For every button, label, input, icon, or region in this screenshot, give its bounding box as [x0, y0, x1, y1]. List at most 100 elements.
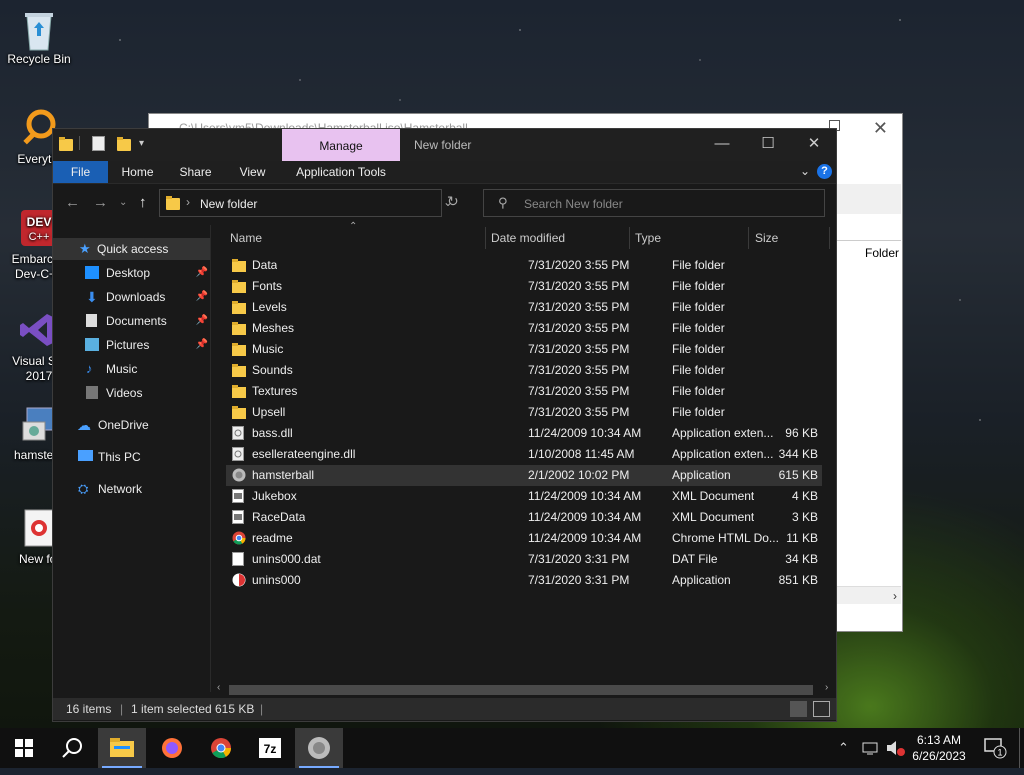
file-row[interactable]: Textures 7/31/2020 3:55 PM File folder	[226, 381, 822, 402]
file-name: Data	[252, 258, 278, 272]
file-row[interactable]: hamsterball 2/1/2002 10:02 PM Application 6…	[226, 465, 822, 486]
qat-dropdown-icon[interactable]: ▾	[139, 138, 144, 149]
network-tray-icon	[862, 742, 878, 755]
file-list[interactable]: ⌃ Name Date modified Type Size Data 7/31/…	[211, 221, 835, 692]
properties-icon[interactable]	[92, 135, 105, 151]
file-name: esellerateengine.dll	[252, 447, 356, 461]
background-close-button[interactable]: ✕	[873, 118, 888, 139]
back-arrow-icon[interactable]: ←	[65, 194, 80, 211]
nav-pictures[interactable]: Pictures 📌	[53, 334, 210, 356]
file-row[interactable]: Upsell 7/31/2020 3:55 PM File folder	[226, 402, 822, 423]
ribbon-tabs: File Home Share View Application Tools ⌄…	[53, 161, 836, 184]
file-type: File folder	[672, 321, 725, 335]
file-row[interactable]: esellerateengine.dll 1/10/2008 11:45 AM Ap…	[226, 444, 822, 465]
file-row[interactable]: unins000 7/31/2020 3:31 PM Application 851 …	[226, 570, 822, 591]
column-divider[interactable]	[485, 227, 486, 249]
column-divider[interactable]	[629, 227, 630, 249]
nav-network[interactable]: ⛭ Network	[53, 478, 210, 500]
file-name: Sounds	[252, 363, 293, 377]
network-status-icon[interactable]	[862, 728, 880, 768]
address-bar[interactable]: › New folder ⌄	[159, 189, 453, 218]
start-button[interactable]	[0, 728, 48, 768]
column-header-size[interactable]: Size	[755, 225, 778, 251]
refresh-icon[interactable]: ↻	[447, 193, 459, 210]
file-row[interactable]: Data 7/31/2020 3:55 PM File folder	[226, 255, 822, 276]
breadcrumb-current[interactable]: New folder	[200, 190, 257, 218]
nav-onedrive[interactable]: ☁ OneDrive	[53, 414, 210, 436]
search-input[interactable]: ⚲ Search New folder	[483, 189, 825, 217]
column-divider[interactable]	[829, 227, 830, 249]
file-date-modified: 2/1/2002 10:02 PM	[528, 468, 630, 482]
system-clock[interactable]: 6:13 AM 6/26/2023	[904, 732, 974, 764]
navigation-pane[interactable]: ★ Quick access Desktop 📌 ⬇ Downloads 📌 D…	[53, 225, 210, 692]
title-bar[interactable]: ▾ Manage New folder — ☐ ✕	[53, 129, 836, 161]
large-icons-view-icon[interactable]	[813, 701, 830, 717]
file-explorer-window[interactable]: ▾ Manage New folder — ☐ ✕ File Home Shar…	[52, 128, 837, 722]
column-divider[interactable]	[748, 227, 749, 249]
recycle-bin-desktop-icon[interactable]: Recycle Bin	[0, 8, 78, 67]
nav-desktop[interactable]: Desktop 📌	[53, 262, 210, 284]
tab-share[interactable]: Share	[168, 161, 223, 183]
selection-count: 1 item selected	[131, 702, 212, 716]
file-name: Meshes	[252, 321, 295, 335]
action-center-button[interactable]: 1	[984, 728, 1008, 768]
file-name: readme	[252, 531, 293, 545]
nav-quick-access[interactable]: ★ Quick access	[53, 238, 210, 260]
chrome-icon	[211, 738, 232, 759]
up-arrow-icon[interactable]: ↑	[139, 194, 147, 211]
taskbar-file-explorer[interactable]	[98, 728, 146, 768]
background-scrollbar[interactable]: ›	[835, 586, 901, 604]
volume-muted-icon[interactable]	[886, 728, 906, 768]
scroll-left-icon[interactable]: ‹	[217, 682, 220, 693]
scrollbar-thumb[interactable]	[229, 685, 813, 695]
file-row[interactable]: RaceData 11/24/2009 10:34 AM XML Document 3…	[226, 507, 822, 528]
nav-music[interactable]: ♪ Music	[53, 358, 210, 380]
file-type: File folder	[672, 363, 725, 377]
search-icon: ⚲	[498, 195, 508, 210]
nav-downloads[interactable]: ⬇ Downloads 📌	[53, 286, 210, 308]
column-header-name[interactable]: Name	[230, 225, 262, 251]
details-view-icon[interactable]	[790, 701, 807, 717]
file-row[interactable]: Sounds 7/31/2020 3:55 PM File folder	[226, 360, 822, 381]
file-size: 3 KB	[791, 510, 818, 524]
taskbar-firefox[interactable]	[148, 728, 196, 768]
file-row[interactable]: Jukebox 11/24/2009 10:34 AM XML Document 4 …	[226, 486, 822, 507]
minimize-button[interactable]: —	[699, 129, 745, 161]
file-row[interactable]: unins000.dat 7/31/2020 3:31 PM DAT File 34 …	[226, 549, 822, 570]
file-row[interactable]: bass.dll 11/24/2009 10:34 AM Application e…	[226, 423, 822, 444]
expand-ribbon-icon[interactable]: ⌄	[800, 164, 810, 178]
scroll-right-icon[interactable]: ›	[825, 682, 828, 693]
column-header-date[interactable]: Date modified	[491, 225, 565, 251]
show-hidden-icons-chevron-icon[interactable]: ⌃	[838, 728, 849, 768]
nav-this-pc[interactable]: This PC	[53, 446, 210, 468]
recent-locations-chevron-icon[interactable]: ⌄	[119, 197, 127, 208]
tab-view[interactable]: View	[225, 161, 280, 183]
new-folder-icon[interactable]	[117, 137, 131, 151]
column-header-type[interactable]: Type	[635, 225, 661, 251]
close-button[interactable]: ✕	[791, 129, 837, 161]
help-icon[interactable]: ?	[817, 164, 832, 179]
show-desktop-button[interactable]	[1019, 728, 1024, 768]
tab-application-tools[interactable]: Application Tools	[282, 161, 400, 183]
maximize-button[interactable]: ☐	[745, 129, 791, 161]
horizontal-scrollbar[interactable]: ‹ ›	[211, 681, 835, 699]
tab-home[interactable]: Home	[110, 161, 165, 183]
pin-icon: 📌	[195, 339, 208, 350]
file-row[interactable]: Fonts 7/31/2020 3:55 PM File folder	[226, 276, 822, 297]
file-row[interactable]: readme 11/24/2009 10:34 AM Chrome HTML Do.…	[226, 528, 822, 549]
taskbar-hamsterball[interactable]	[295, 728, 343, 768]
search-button[interactable]	[48, 728, 96, 768]
tab-file[interactable]: File	[53, 161, 108, 183]
nav-documents[interactable]: Documents 📌	[53, 310, 210, 332]
nav-videos[interactable]: Videos	[53, 382, 210, 404]
taskbar-chrome[interactable]	[197, 728, 245, 768]
forward-arrow-icon[interactable]: →	[93, 194, 108, 211]
file-row[interactable]: Music 7/31/2020 3:55 PM File folder	[226, 339, 822, 360]
file-row[interactable]: Meshes 7/31/2020 3:55 PM File folder	[226, 318, 822, 339]
file-date-modified: 11/24/2009 10:34 AM	[528, 510, 642, 524]
file-date-modified: 7/31/2020 3:31 PM	[528, 573, 630, 587]
pin-icon: 📌	[195, 291, 208, 302]
tab-manage[interactable]: Manage	[282, 129, 400, 161]
file-row[interactable]: Levels 7/31/2020 3:55 PM File folder	[226, 297, 822, 318]
taskbar-7zip[interactable]: 7z	[246, 728, 294, 768]
